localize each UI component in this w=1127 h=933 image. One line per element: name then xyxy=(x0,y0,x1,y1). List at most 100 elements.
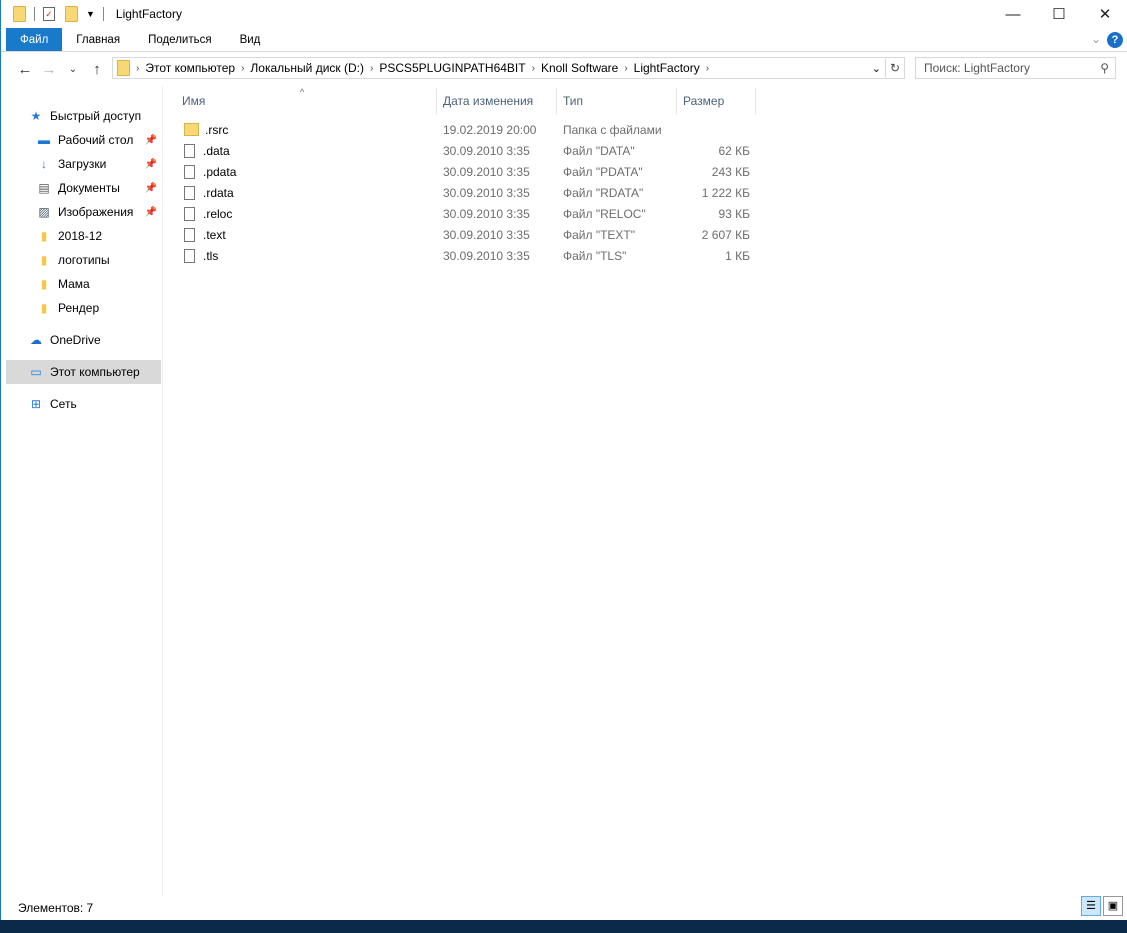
file-icon xyxy=(184,248,195,263)
refresh-button[interactable]: ↻ xyxy=(886,57,905,79)
chevron-right-icon[interactable]: › xyxy=(706,63,709,74)
customize-toolbar-icon[interactable]: ▼ xyxy=(86,9,95,19)
large-icons-view-icon[interactable]: ▣ xyxy=(1103,896,1123,916)
sidebar-item-label: Этот компьютер xyxy=(50,365,140,379)
folder-icon xyxy=(13,6,26,22)
divider xyxy=(102,7,104,21)
chevron-right-icon[interactable]: › xyxy=(532,63,535,74)
help-icon[interactable]: ? xyxy=(1107,32,1123,48)
sidebar-item[interactable]: ▮ Мама xyxy=(6,272,161,296)
file-size: 93 КБ xyxy=(718,206,750,221)
file-row[interactable]: .pdata 30.09.2010 3:35 Файл "PDATA" 243 КБ xyxy=(176,161,750,182)
pin-icon[interactable]: 📌 xyxy=(145,207,157,218)
file-row[interactable]: .rdata 30.09.2010 3:35 Файл "RDATA" 1 222 К… xyxy=(176,182,750,203)
breadcrumb-lightfactory[interactable]: LightFactory xyxy=(634,61,700,75)
sidebar-item[interactable]: ▮ 2018-12 xyxy=(6,224,161,248)
sidebar-item-label: Быстрый доступ xyxy=(50,109,142,123)
column-headers: Имя ^ Дата изменения Тип Размер xyxy=(176,87,756,114)
divider xyxy=(34,7,35,21)
desktop-icon: ▬ xyxy=(38,133,50,147)
up-button[interactable]: ↑ xyxy=(85,61,109,78)
tab-home[interactable]: Главная xyxy=(62,28,134,51)
pin-icon[interactable]: 📌 xyxy=(145,159,157,170)
file-name: .data xyxy=(203,143,230,158)
file-size: 62 КБ xyxy=(718,143,750,158)
column-date[interactable]: Дата изменения xyxy=(437,88,557,114)
file-type: Файл "TEXT" xyxy=(563,227,636,242)
breadcrumb-this-pc[interactable]: Этот компьютер xyxy=(145,61,235,75)
folder-icon: ▮ xyxy=(40,301,48,315)
breadcrumb-plugin-path[interactable]: PSCS5PLUGINPATH64BIT xyxy=(379,61,525,75)
file-size: 1 КБ xyxy=(725,248,750,263)
column-name[interactable]: Имя ^ xyxy=(176,87,437,114)
sidebar-item-label: Мама xyxy=(58,277,90,291)
tab-view[interactable]: Вид xyxy=(226,28,275,51)
search-placeholder: Поиск: LightFactory xyxy=(924,61,1030,75)
sidebar-item[interactable]: ▬ Рабочий стол 📌 xyxy=(6,128,161,152)
sidebar-item-label: Документы xyxy=(58,181,120,195)
file-date: 30.09.2010 3:35 xyxy=(443,185,530,200)
file-type: Файл "PDATA" xyxy=(563,164,643,179)
download-icon: ↓ xyxy=(41,157,47,171)
column-size[interactable]: Размер xyxy=(677,88,756,114)
navigation-pane: ★ Быстрый доступ ▬ Рабочий стол 📌 ↓ Загрузки 📌 ▤… xyxy=(0,86,163,896)
details-view-icon[interactable]: ☰ xyxy=(1081,896,1101,916)
file-row[interactable]: .tls 30.09.2010 3:35 Файл "TLS" 1 КБ xyxy=(176,245,750,266)
cloud-icon: ☁ xyxy=(30,333,42,347)
status-bar: Элементов: 7 xyxy=(0,896,1126,920)
sidebar-item-label: Изображения xyxy=(58,205,134,219)
sidebar-item[interactable]: ⊞ Сеть xyxy=(6,392,161,416)
sort-up-icon: ^ xyxy=(300,87,305,97)
sidebar-item-label: логотипы xyxy=(58,253,110,267)
new-folder-icon[interactable] xyxy=(65,6,78,22)
item-count: Элементов: 7 xyxy=(18,901,94,915)
recent-locations-button[interactable]: ⌄ xyxy=(61,64,85,75)
forward-button[interactable]: → xyxy=(37,61,61,78)
sidebar-item[interactable]: ▨ Изображения 📌 xyxy=(6,200,161,224)
breadcrumb-drive[interactable]: Локальный диск (D:) xyxy=(250,61,364,75)
file-date: 30.09.2010 3:35 xyxy=(443,227,530,242)
ribbon-tabs: Файл Главная Поделиться Вид ⌄ ? xyxy=(1,28,1127,52)
search-input[interactable]: Поиск: LightFactory ⚲ xyxy=(915,57,1116,79)
sidebar-item[interactable]: ▮ Рендер xyxy=(6,296,161,320)
chevron-right-icon[interactable]: › xyxy=(370,63,373,74)
back-button[interactable]: ← xyxy=(13,61,37,78)
file-row[interactable]: .reloc 30.09.2010 3:35 Файл "RELOC" 93 КБ xyxy=(176,203,750,224)
folder-icon: ▮ xyxy=(40,277,48,291)
sidebar-item[interactable]: ★ Быстрый доступ xyxy=(6,104,161,128)
file-date: 30.09.2010 3:35 xyxy=(443,164,530,179)
minimize-button[interactable]: — xyxy=(990,0,1036,28)
expand-ribbon-icon[interactable]: ⌄ xyxy=(1091,32,1101,46)
close-button[interactable]: ✕ xyxy=(1082,0,1127,28)
sidebar-item[interactable]: ☁ OneDrive xyxy=(6,328,161,352)
breadcrumb-knoll[interactable]: Knoll Software xyxy=(541,61,618,75)
sidebar-item[interactable]: ↓ Загрузки 📌 xyxy=(6,152,161,176)
maximize-button[interactable]: ☐ xyxy=(1036,0,1082,28)
file-row[interactable]: .data 30.09.2010 3:35 Файл "DATA" 62 КБ xyxy=(176,140,750,161)
file-icon xyxy=(184,143,195,158)
column-type[interactable]: Тип xyxy=(557,88,677,114)
chevron-right-icon[interactable]: › xyxy=(241,63,244,74)
sidebar-item[interactable]: ▭ Этот компьютер xyxy=(6,360,161,384)
file-size: 2 607 КБ xyxy=(701,227,750,242)
chevron-right-icon[interactable]: › xyxy=(136,63,139,74)
address-dropdown-icon[interactable]: ⌄ xyxy=(872,62,881,75)
sidebar-item[interactable]: ▮ логотипы xyxy=(6,248,161,272)
file-row[interactable]: .rsrc 19.02.2019 20:00 Папка с файлами xyxy=(176,119,750,140)
file-row[interactable]: .text 30.09.2010 3:35 Файл "TEXT" 2 607 КБ xyxy=(176,224,750,245)
sidebar-item-label: Загрузки xyxy=(58,157,107,171)
properties-icon[interactable]: ✓ xyxy=(43,7,55,21)
column-label: Имя xyxy=(182,94,206,108)
file-size: 1 222 КБ xyxy=(701,185,750,200)
tab-share[interactable]: Поделиться xyxy=(134,28,226,51)
sidebar-item-label: OneDrive xyxy=(50,333,101,347)
tab-file[interactable]: Файл xyxy=(6,28,63,51)
pin-icon[interactable]: 📌 xyxy=(145,183,157,194)
folder-icon: ▮ xyxy=(40,229,48,243)
file-name: .rsrc xyxy=(205,122,229,137)
address-bar[interactable]: › Этот компьютер › Локальный диск (D:) › P… xyxy=(112,57,886,79)
pin-icon[interactable]: 📌 xyxy=(145,135,157,146)
sidebar-item[interactable]: ▤ Документы 📌 xyxy=(6,176,161,200)
chevron-right-icon[interactable]: › xyxy=(624,63,627,74)
star-icon: ★ xyxy=(30,109,42,123)
